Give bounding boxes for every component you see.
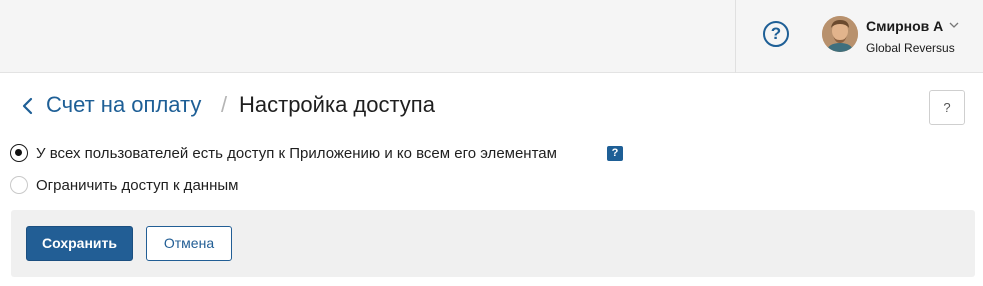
hint-button[interactable]: ?	[929, 90, 965, 125]
radio-label: Ограничить доступ к данным	[36, 177, 239, 194]
actions-panel: Сохранить Отмена	[11, 210, 975, 277]
breadcrumb-separator: /	[221, 92, 228, 117]
user-menu[interactable]: Смирнов А Global Reversus	[822, 14, 972, 60]
save-button[interactable]: Сохранить	[26, 226, 133, 261]
breadcrumb-parent-link[interactable]: Счет на оплату	[46, 92, 201, 118]
info-icon[interactable]: ?	[607, 146, 623, 161]
page-title: Настройка доступа	[239, 92, 435, 117]
user-organization: Global Reversus	[866, 41, 955, 55]
top-bar-divider	[735, 0, 736, 73]
help-circle-icon[interactable]: ?	[763, 21, 789, 47]
radio-button-unchecked[interactable]	[10, 176, 28, 194]
radio-option-restrict-access[interactable]: Ограничить доступ к данным	[10, 174, 270, 196]
avatar	[822, 16, 858, 52]
radio-button-checked[interactable]	[10, 144, 28, 162]
page-header: Счет на оплату / Настройка доступа	[0, 74, 983, 138]
user-name: Смирнов А	[866, 18, 944, 34]
radio-label: У всех пользователей есть доступ к Прило…	[36, 145, 557, 162]
back-arrow-icon[interactable]	[20, 96, 36, 116]
top-bar: ? Смирнов А Global Reversus	[0, 0, 983, 73]
chevron-down-icon[interactable]	[948, 19, 960, 31]
radio-option-full-access[interactable]: У всех пользователей есть доступ к Прило…	[10, 142, 600, 164]
hint-icon: ?	[943, 100, 951, 115]
cancel-button[interactable]: Отмена	[146, 226, 232, 261]
